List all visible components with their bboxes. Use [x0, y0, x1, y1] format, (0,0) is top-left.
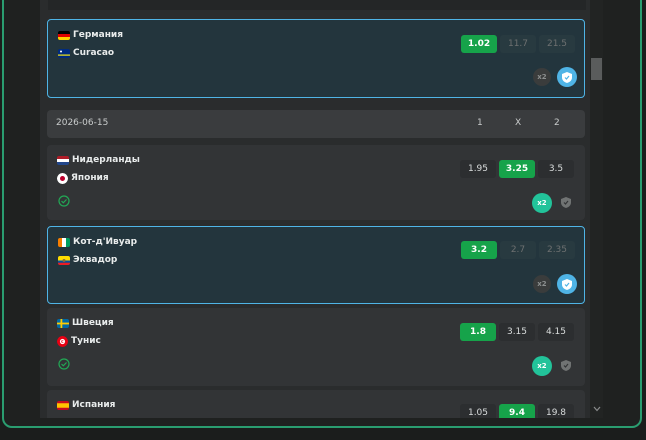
shield-icon[interactable]	[559, 195, 573, 209]
odds-away-button[interactable]: 21.5	[539, 35, 575, 53]
team-row: Швеция	[57, 316, 114, 330]
tunisia-flag-icon	[57, 335, 68, 347]
odds-away-button[interactable]: 19.8	[538, 404, 574, 418]
odds-away-button[interactable]: 4.15	[538, 323, 574, 341]
team-row: Эквадор	[58, 253, 117, 267]
japan-flag-icon	[57, 172, 68, 184]
shield-icon[interactable]	[559, 358, 573, 372]
team-row: Нидерланды	[57, 153, 140, 167]
odds-draw-button[interactable]: 3.15	[499, 323, 535, 341]
shield-icon[interactable]	[557, 274, 577, 294]
match-card[interactable]: Нидерланды Япония 1.95 3.25 3.5 x2	[47, 145, 585, 220]
odds-away-button[interactable]: 2.35	[539, 241, 575, 259]
team-row: Кот-д'Ивуар	[58, 235, 137, 249]
x2-badge-icon[interactable]: x2	[533, 68, 551, 86]
odds-draw-button[interactable]: 2.7	[500, 241, 536, 259]
check-circle-icon	[58, 195, 70, 207]
curacao-flag-icon	[58, 48, 70, 58]
team-row: Япония	[57, 171, 109, 185]
check-circle-icon	[58, 358, 70, 370]
odds-home-button[interactable]: 3.2	[461, 241, 497, 259]
col-away-label: 2	[554, 118, 560, 128]
match-card[interactable]: Швеция Тунис 1.8 3.15 4.15 x2	[47, 308, 585, 386]
odds-home-button[interactable]: 1.8	[460, 323, 496, 341]
odds-draw-button[interactable]: 11.7	[500, 35, 536, 53]
x2-badge-icon[interactable]: x2	[533, 275, 551, 293]
top-strip	[48, 0, 586, 10]
odds-away-button[interactable]: 3.5	[538, 160, 574, 178]
team-row: Испания	[57, 398, 115, 412]
date-label: 2026-06-15	[56, 118, 109, 128]
odds-home-button[interactable]: 1.02	[461, 35, 497, 53]
col-home-label: 1	[477, 118, 483, 128]
netherlands-flag-icon	[57, 155, 69, 165]
team-name: Германия	[73, 30, 124, 40]
ecuador-flag-icon	[58, 255, 70, 265]
match-card[interactable]: Кот-д'Ивуар Эквадор 3.2 2.7 2.35 x2	[47, 226, 585, 304]
odds-home-button[interactable]: 1.05	[460, 404, 496, 418]
team-name: Испания	[72, 400, 116, 410]
ivory-coast-flag-icon	[58, 237, 70, 247]
team-name: Curacao	[73, 48, 115, 58]
chevron-down-icon[interactable]	[590, 404, 603, 416]
spain-flag-icon	[57, 400, 69, 410]
sweden-flag-icon	[57, 318, 69, 328]
team-row: Тунис	[57, 334, 101, 348]
x2-badge-icon[interactable]: x2	[532, 356, 552, 376]
shield-icon[interactable]	[557, 67, 577, 87]
match-card[interactable]: Испания 1.05 9.4 19.8	[47, 390, 585, 418]
odds-draw-button[interactable]: 3.25	[499, 160, 535, 178]
odds-draw-button[interactable]: 9.4	[499, 404, 535, 418]
odds-home-button[interactable]: 1.95	[460, 160, 496, 178]
team-row: Curacao	[58, 46, 114, 60]
scrollbar-thumb[interactable]	[591, 58, 602, 80]
x2-badge-icon[interactable]: x2	[532, 193, 552, 213]
col-draw-label: X	[515, 118, 522, 128]
team-name: Нидерланды	[72, 155, 140, 165]
team-name: Япония	[71, 173, 109, 183]
team-name: Тунис	[71, 336, 101, 346]
team-name: Швеция	[72, 318, 114, 328]
germany-flag-icon	[58, 30, 70, 40]
date-header: 2026-06-15 1 X 2	[47, 110, 585, 138]
match-card[interactable]: Германия Curacao 1.02 11.7 21.5 x2	[47, 19, 585, 98]
team-name: Эквадор	[73, 255, 118, 265]
team-name: Кот-д'Ивуар	[73, 237, 138, 247]
team-row: Германия	[58, 28, 123, 42]
